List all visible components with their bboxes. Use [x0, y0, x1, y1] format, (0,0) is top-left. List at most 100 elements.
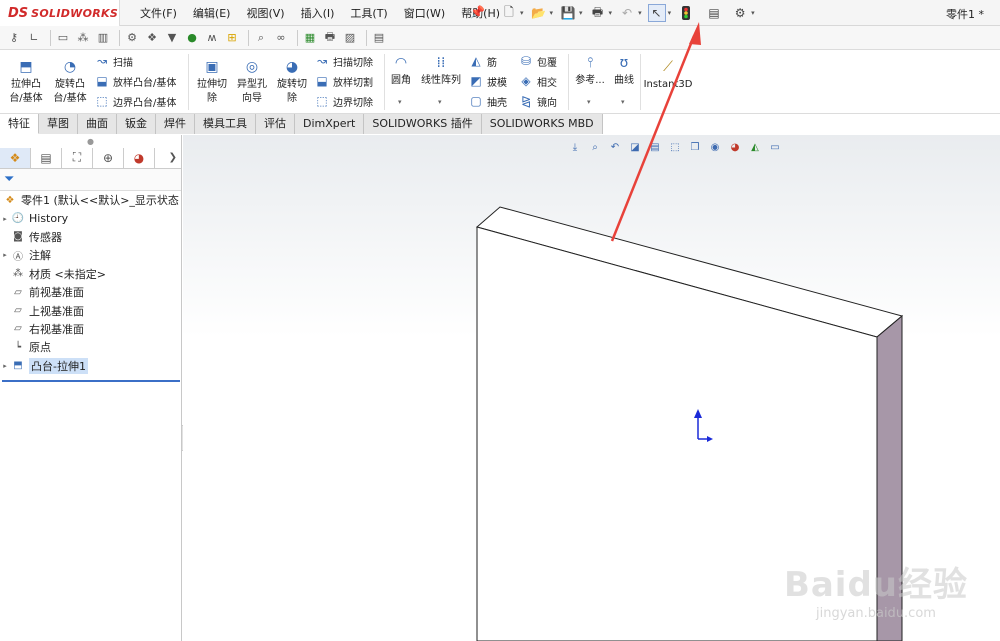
extrude-cut-button[interactable]: ▣ 拉伸切 除 — [192, 58, 232, 106]
undo-dropdown-icon[interactable]: ▾ — [638, 9, 642, 17]
file-properties-icon[interactable]: ▤ — [705, 4, 723, 22]
draft-button[interactable]: ◩ 拔模 — [468, 73, 507, 89]
tab-dimxpert[interactable]: DimXpert — [295, 114, 365, 134]
intersect-button[interactable]: ◈ 相交 — [518, 73, 557, 89]
rollback-bar[interactable] — [2, 380, 180, 382]
save-icon[interactable]: 💾 — [559, 4, 577, 22]
feature-manager-tab-icon[interactable]: ❖ — [0, 147, 31, 168]
tab-evaluate[interactable]: 评估 — [256, 114, 295, 134]
graphics-viewport[interactable]: ⤓ ⌕ ↶ ◪ ▤ ⬚ ❒ ◉ ◕ ◭ ▭ Baidu经验 jingyan.ba… — [183, 135, 1000, 641]
expand-arrow-icon[interactable]: ▸ — [0, 362, 10, 370]
curves-dropdown-icon[interactable]: ▾ — [621, 98, 625, 106]
select-cursor-icon[interactable]: ↖ — [647, 4, 666, 22]
revolve-cut-button[interactable]: ◕ 旋转切 除 — [272, 58, 312, 106]
expand-arrow-icon[interactable]: ▸ — [0, 251, 10, 259]
mirror-button[interactable]: ⧎ 镜向 — [518, 93, 557, 109]
instant3d-button[interactable]: ⟋ Instant3D — [644, 58, 693, 92]
spring-icon[interactable]: ʍ — [204, 30, 220, 46]
configuration-manager-tab-icon[interactable]: ⛶ — [62, 147, 93, 168]
layout-icon[interactable]: ▥ — [95, 30, 111, 46]
menu-tools[interactable]: 工具(T) — [342, 5, 395, 21]
reference-geometry-button[interactable]: ⫯ 参考... — [572, 54, 608, 88]
fillet-dropdown-icon[interactable]: ▾ — [398, 98, 402, 106]
tree-item-origin[interactable]: ┕ 原点 — [0, 338, 181, 356]
undo-icon[interactable]: ↶ — [618, 4, 636, 22]
boundary-boss-button[interactable]: ⬚ 边界凸台/基体 — [94, 93, 176, 109]
display-manager-tab-icon[interactable]: ◕ — [124, 147, 155, 168]
book-icon[interactable]: ▤ — [371, 30, 387, 46]
lofted-cut-button[interactable]: ⬓ 放样切割 — [314, 73, 373, 89]
rib-button[interactable]: ◭ 筋 — [468, 53, 497, 69]
monitor-icon[interactable]: ▭ — [55, 30, 71, 46]
curves-button[interactable]: ʊ 曲线 — [610, 54, 638, 88]
tree-item-front-plane[interactable]: ▱ 前视基准面 — [0, 283, 181, 301]
plus-box-icon[interactable]: ⊞ — [224, 30, 240, 46]
options-gear-icon[interactable]: ⚙ — [731, 4, 749, 22]
expand-arrow-icon[interactable]: ▸ — [0, 215, 10, 223]
print-dropdown-icon[interactable]: ▾ — [609, 9, 613, 17]
tab-solidworks-addins[interactable]: SOLIDWORKS 插件 — [364, 114, 482, 134]
tree-item-top-plane[interactable]: ▱ 上视基准面 — [0, 301, 181, 319]
open-folder-icon[interactable]: 📂 — [530, 4, 548, 22]
tab-weldments[interactable]: 焊件 — [156, 114, 195, 134]
hole-wizard-button[interactable]: ◎ 异型孔 向导 — [232, 58, 272, 106]
boundary-cut-button[interactable]: ⬚ 边界切除 — [314, 93, 373, 109]
new-document-icon[interactable]: 🗋 — [500, 4, 518, 22]
linear-pattern-button[interactable]: ⁞⁞ 线性阵列 — [418, 54, 464, 88]
tab-sheet-metal[interactable]: 钣金 — [117, 114, 156, 134]
tab-surfaces[interactable]: 曲面 — [78, 114, 117, 134]
new-dropdown-icon[interactable]: ▾ — [520, 9, 524, 17]
solidworks-logo[interactable]: DS SOLIDWORKS — [0, 0, 120, 26]
tab-features[interactable]: 特征 — [0, 114, 39, 134]
panel-more-arrow-icon[interactable]: ❯ — [169, 152, 177, 163]
tree-item-boss-extrude1[interactable]: ▸ ⬒ 凸台-拉伸1 — [0, 357, 181, 375]
rebuild-traffic-light-icon[interactable] — [677, 4, 695, 22]
angle-icon[interactable]: ∟ — [26, 30, 42, 46]
spreadsheet-icon[interactable]: ▦ — [302, 30, 318, 46]
cog-icon[interactable]: ⚙ — [124, 30, 140, 46]
menu-edit[interactable]: 编辑(E) — [185, 5, 239, 21]
wrap-button[interactable]: ⛁ 包覆 — [518, 53, 557, 69]
magnifier-icon[interactable]: ⌕ — [253, 30, 269, 46]
reference-dropdown-icon[interactable]: ▾ — [587, 98, 591, 106]
select-dropdown-icon[interactable]: ▾ — [668, 9, 672, 17]
panel-grip-icon[interactable]: ● — [0, 135, 181, 147]
linear-pattern-dropdown-icon[interactable]: ▾ — [438, 98, 442, 106]
key-icon[interactable]: ⚷ — [6, 30, 22, 46]
cup-icon[interactable]: ▼ — [164, 30, 180, 46]
revolve-boss-button[interactable]: ◔ 旋转凸 台/基体 — [50, 58, 90, 106]
filter-icon[interactable]: ⏷ — [0, 169, 181, 191]
print-icon[interactable]: 🖶 — [589, 4, 607, 22]
location-pin-icon[interactable]: ● — [184, 30, 200, 46]
menu-window[interactable]: 窗口(W) — [396, 5, 453, 21]
tree-root-part[interactable]: ❖ 零件1 (默认<<默认>_显示状态 — [0, 191, 181, 209]
tab-mold-tools[interactable]: 模具工具 — [195, 114, 256, 134]
open-dropdown-icon[interactable]: ▾ — [550, 9, 554, 17]
tree-item-annotations[interactable]: ▸ Ⓐ 注解 — [0, 246, 181, 264]
tree-item-sensors[interactable]: ◙ 传感器 — [0, 228, 181, 246]
tree-item-right-plane[interactable]: ▱ 右视基准面 — [0, 320, 181, 338]
printer-icon[interactable]: 🖶 — [322, 30, 338, 46]
menu-insert[interactable]: 插入(I) — [293, 5, 343, 21]
tree-item-material[interactable]: ⁂ 材质 <未指定> — [0, 265, 181, 283]
image-icon[interactable]: ▨ — [342, 30, 358, 46]
pin-menu-icon[interactable]: 📌 — [470, 5, 485, 19]
component-icon[interactable]: ❖ — [144, 30, 160, 46]
loft-button[interactable]: ⬓ 放样凸台/基体 — [94, 73, 176, 89]
swept-cut-button[interactable]: ↝ 扫描切除 — [314, 53, 373, 69]
menu-file[interactable]: 文件(F) — [132, 5, 185, 21]
tab-sketch[interactable]: 草图 — [39, 114, 78, 134]
sweep-button[interactable]: ↝ 扫描 — [94, 53, 133, 69]
network-icon[interactable]: ⁂ — [75, 30, 91, 46]
dimxpert-manager-tab-icon[interactable]: ⊕ — [93, 147, 124, 168]
tree-item-history[interactable]: ▸ 🕘 History — [0, 209, 181, 227]
options-dropdown-icon[interactable]: ▾ — [751, 9, 755, 17]
menu-view[interactable]: 视图(V) — [238, 5, 292, 21]
binoculars-icon[interactable]: ∞ — [273, 30, 289, 46]
fillet-button[interactable]: ◠ 圆角 — [386, 54, 416, 88]
property-manager-tab-icon[interactable]: ▤ — [31, 147, 62, 168]
tab-solidworks-mbd[interactable]: SOLIDWORKS MBD — [481, 114, 603, 134]
shell-button[interactable]: ▢ 抽壳 — [468, 93, 507, 109]
extrude-boss-button[interactable]: ⬒ 拉伸凸 台/基体 — [6, 58, 46, 106]
save-dropdown-icon[interactable]: ▾ — [579, 9, 583, 17]
